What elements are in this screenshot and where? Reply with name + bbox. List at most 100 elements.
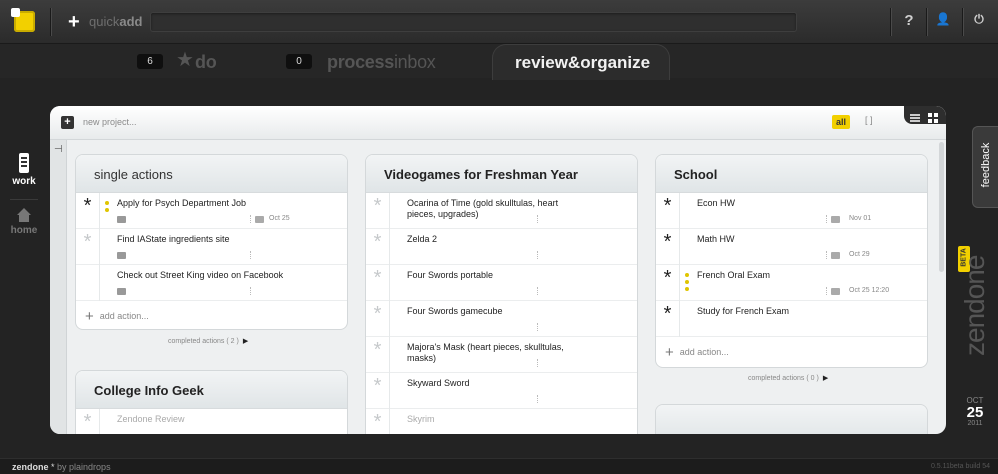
divider — [962, 8, 963, 36]
quickadd-input[interactable] — [150, 12, 797, 32]
tab-review-organize[interactable]: review&organize — [492, 44, 670, 80]
grid-view-icon[interactable] — [928, 110, 938, 123]
star-icon[interactable]: * — [366, 337, 390, 373]
project-title[interactable]: Videogames for Freshman Year — [366, 155, 637, 193]
add-action-button[interactable]: + add action... — [76, 301, 347, 329]
divider — [537, 287, 538, 295]
divider — [537, 359, 538, 367]
star-icon[interactable]: * — [366, 301, 390, 337]
action-text: Find IAState ingredients site — [117, 234, 230, 244]
star-icon[interactable]: * — [76, 193, 100, 229]
due-date: Oct 29 — [849, 251, 870, 258]
divider — [250, 287, 251, 295]
star-icon[interactable]: * — [76, 229, 100, 265]
action-row[interactable]: * Econ HW Nov 01 — [656, 193, 927, 229]
action-text: Majora's Mask (heart pieces, skulltulas,… — [407, 342, 564, 363]
action-row[interactable]: * Math HW Oct 29 — [656, 229, 927, 265]
action-row[interactable]: * Majora's Mask (heart pieces, skulltulas… — [366, 337, 637, 373]
completed-actions-toggle[interactable]: completed actions ( 2 ) ▶ — [168, 337, 248, 345]
filter-all-button[interactable]: all — [832, 115, 851, 129]
priority-dots — [105, 201, 109, 215]
action-text: Apply for Psych Department Job — [117, 198, 247, 208]
star-icon[interactable]: * — [366, 373, 390, 409]
expand-arrow-icon: ▶ — [822, 375, 829, 382]
zendone-logo-icon[interactable] — [11, 8, 35, 32]
action-row[interactable]: * Zelda 2 — [366, 229, 637, 265]
star-icon[interactable]: * — [656, 193, 680, 229]
add-icon: + — [85, 308, 94, 325]
due-date: Oct 25 12:20 — [849, 287, 890, 294]
tab-do[interactable]: do — [195, 52, 217, 73]
star-icon[interactable]: * — [76, 409, 100, 434]
quickadd-plus-icon[interactable]: + — [68, 12, 80, 32]
feedback-button[interactable]: feedback — [972, 126, 998, 208]
action-text: Check out Street King video on Facebook — [117, 270, 284, 280]
project-title[interactable]: single actions — [76, 155, 347, 193]
completed-actions-toggle[interactable]: completed actions ( 0 ) ▶ — [748, 374, 828, 382]
collapse-strip[interactable]: ⊣ — [50, 140, 67, 434]
feedback-label: feedback — [980, 142, 992, 188]
new-project-input[interactable]: new project... — [83, 117, 137, 127]
project-card-single-actions: single actions * Apply for Psych Departm… — [75, 154, 348, 330]
context-icon — [117, 288, 126, 295]
add-action-button[interactable]: + add action... — [656, 337, 927, 367]
star-icon[interactable]: * — [366, 193, 390, 229]
action-row[interactable]: * Apply for Psych Department Job Oct 25 — [76, 193, 347, 229]
action-row[interactable]: * French Oral Exam Oct 25 12:20 — [656, 265, 927, 301]
action-text: Math HW — [697, 234, 735, 244]
star-icon[interactable]: * — [366, 409, 390, 434]
action-row[interactable]: * Ocarina of Time (gold skulltulas, heart… — [366, 193, 637, 229]
expand-arrow-icon: ▶ — [242, 338, 249, 345]
star-icon[interactable]: * — [366, 229, 390, 265]
user-icon[interactable]: 👤 — [935, 12, 951, 26]
due-date: Oct 25 — [269, 215, 290, 222]
panel-header: + new project... all [ ] — [50, 106, 946, 140]
add-action-label: add action... — [99, 311, 149, 321]
star-icon[interactable]: * — [656, 265, 680, 301]
footer: zendone * by plaindrops 0.5.11beta build… — [0, 458, 998, 474]
project-card-videogames: Videogames for Freshman Year * Ocarina of… — [365, 154, 638, 434]
star-icon[interactable]: * — [656, 301, 680, 337]
calendar-icon — [831, 288, 840, 295]
action-row[interactable]: * Study for French Exam — [656, 301, 927, 337]
calendar-icon — [831, 216, 840, 223]
list-view-icon[interactable] — [910, 110, 920, 122]
project-title[interactable] — [656, 405, 927, 434]
star-icon[interactable]: * — [76, 265, 100, 301]
project-card-college-info-geek: College Info Geek * Zendone Review — [75, 370, 348, 434]
power-icon[interactable]: ⏻ — [971, 12, 987, 27]
filter-brackets-button[interactable]: [ ] — [865, 115, 873, 125]
main-panel: + new project... all [ ] ⊣ single action… — [50, 106, 946, 434]
action-row[interactable]: * Skyrim — [366, 409, 637, 434]
do-count-badge: 6 — [137, 54, 163, 69]
context-icon — [117, 216, 126, 223]
project-card-partial — [655, 404, 928, 434]
action-row[interactable]: * Find IAState ingredients site — [76, 229, 347, 265]
action-row[interactable]: * Four Swords portable — [366, 265, 637, 301]
top-bar: + quickadd ? 👤 ⏻ — [0, 0, 998, 44]
project-title[interactable]: College Info Geek — [76, 371, 347, 409]
divider — [10, 199, 38, 200]
divider — [50, 8, 51, 36]
project-card-school: School * Econ HW Nov 01 * Math HW Oct 29… — [655, 154, 928, 368]
new-project-icon[interactable]: + — [61, 116, 74, 129]
scrollbar[interactable] — [939, 142, 944, 272]
rail-item-work[interactable]: work — [0, 152, 48, 187]
star-icon[interactable]: * — [656, 229, 680, 265]
project-title[interactable]: School — [656, 155, 927, 193]
action-row[interactable]: * Four Swords gamecube — [366, 301, 637, 337]
add-icon: + — [665, 344, 674, 361]
calendar-icon — [831, 252, 840, 259]
action-text: Study for French Exam — [697, 306, 790, 316]
rail-item-home[interactable]: home — [0, 207, 48, 236]
star-icon[interactable]: * — [366, 265, 390, 301]
pin-icon[interactable]: ⊣ — [54, 144, 63, 155]
action-row[interactable]: * Skyward Sword — [366, 373, 637, 409]
tab-process-inbox[interactable]: processinbox — [327, 52, 436, 73]
action-row[interactable]: * Check out Street King video on Faceboo… — [76, 265, 347, 301]
action-row[interactable]: * Zendone Review — [76, 409, 347, 434]
action-text: French Oral Exam — [697, 270, 771, 280]
tab-review-label: review&organize — [515, 53, 651, 72]
divider — [826, 287, 827, 295]
help-icon[interactable]: ? — [901, 12, 917, 29]
